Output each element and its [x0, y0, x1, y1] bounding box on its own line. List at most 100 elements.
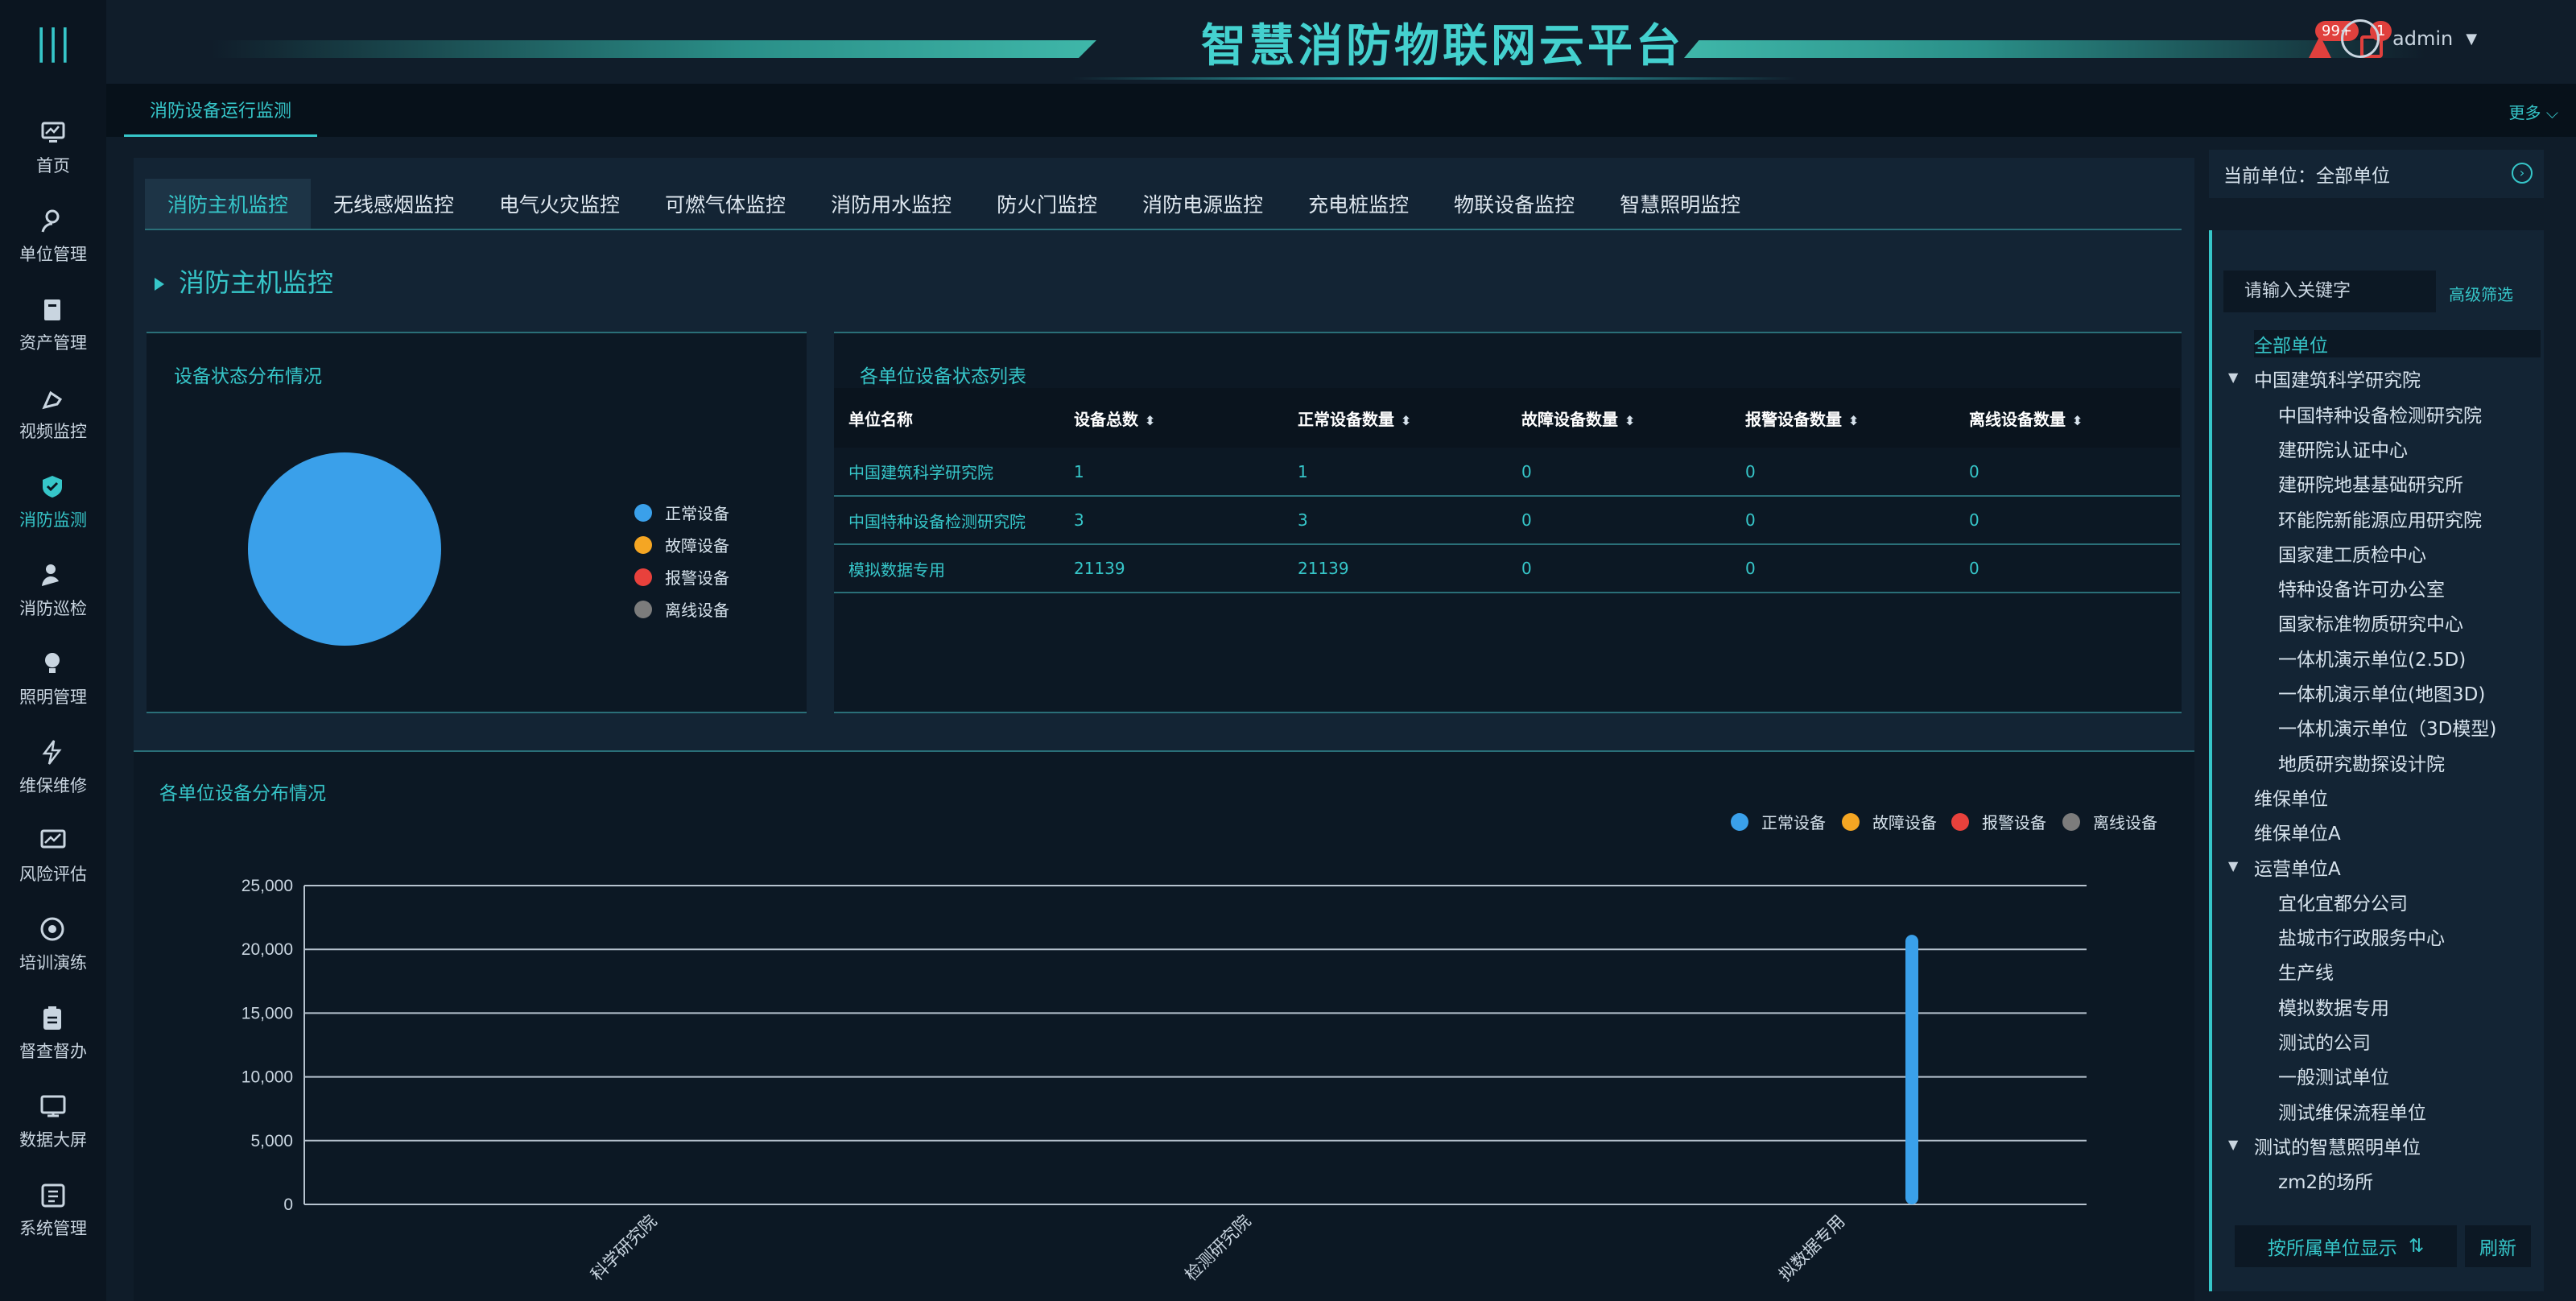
column-header[interactable]: 离线设备数量 ⬍ — [1955, 388, 2180, 448]
expand-caret-icon[interactable]: ▼ — [2228, 1137, 2238, 1152]
tree-node-label: 国家建工质检中心 — [2278, 544, 2426, 566]
sidebar-item-bolt[interactable]: 维保维修 — [0, 715, 106, 803]
tree-node[interactable]: 国家建工质检中心 — [2278, 539, 2426, 567]
show-by-unit-button[interactable]: 按所属单位显示 ⇅ — [2235, 1225, 2457, 1267]
chevron-right-icon[interactable]: › — [2512, 163, 2533, 184]
tree-node[interactable]: 宜化宜都分公司 — [2278, 888, 2408, 915]
bolt-icon — [42, 740, 62, 765]
subtab-0[interactable]: 消防主机监控 — [145, 179, 312, 229]
count-cell: 0 — [1507, 448, 1731, 497]
sort-icon[interactable]: ⬍ — [1401, 413, 1411, 428]
top-bar: 智慧消防物联网云平台 99+ 1 — [106, 0, 2576, 84]
sidebar-item-target[interactable]: 培训演练 — [0, 892, 106, 981]
tree-node-label: 中国特种设备检测研究院 — [2278, 405, 2482, 427]
tree-node-label: 宜化宜都分公司 — [2278, 893, 2408, 915]
sidebar-item-camera[interactable]: 视频监控 — [0, 361, 106, 449]
sidebar-item-asset[interactable]: 资产管理 — [0, 272, 106, 361]
sort-icon[interactable]: ⬍ — [1848, 413, 1859, 428]
table-row[interactable]: 中国特种设备检测研究院 3 3 0 0 0 — [834, 496, 2180, 545]
table-row[interactable]: 中国建筑科学研究院 1 1 0 0 0 — [834, 448, 2180, 497]
tree-node[interactable]: 测试维保流程单位 — [2278, 1097, 2426, 1125]
tree-node[interactable]: 特种设备许可办公室 — [2278, 574, 2445, 601]
sidebar-item-inspector[interactable]: 消防巡检 — [0, 538, 106, 626]
current-unit-bar[interactable]: 当前单位：全部单位 › — [2209, 150, 2544, 198]
tree-node[interactable]: 测试的公司 — [2278, 1027, 2371, 1055]
column-header[interactable]: 报警设备数量 ⬍ — [1731, 388, 1955, 448]
column-header[interactable]: 单位名称 — [834, 388, 1059, 448]
subtab-9[interactable]: 智慧照明监控 — [1597, 179, 1763, 229]
sort-icon[interactable]: ⬍ — [1624, 413, 1635, 428]
tree-node[interactable]: 建研院认证中心 — [2278, 435, 2408, 462]
table-row[interactable]: 模拟数据专用 21139 21139 0 0 0 — [834, 544, 2180, 593]
tree-node[interactable]: 维保单位 — [2254, 783, 2328, 811]
tree-node[interactable]: 盐城市行政服务中心 — [2278, 923, 2445, 950]
subtab-5[interactable]: 防火门监控 — [974, 179, 1120, 229]
sidebar-item-settings[interactable]: 系统管理 — [0, 1158, 106, 1246]
tree-node[interactable]: zm2的场所 — [2278, 1167, 2373, 1194]
bar[interactable] — [1905, 935, 1918, 1204]
tree-node[interactable]: 模拟数据专用 — [2278, 993, 2389, 1020]
refresh-button[interactable]: 刷新 — [2465, 1225, 2531, 1267]
subtab-7[interactable]: 充电桩监控 — [1286, 179, 1431, 229]
pie-legend-item[interactable]: 故障设备 — [634, 533, 729, 556]
user-menu[interactable]: admin ▼ — [2341, 19, 2477, 58]
subtab-8[interactable]: 物联设备监控 — [1431, 179, 1597, 229]
tree-node[interactable]: 运营单位A — [2254, 853, 2341, 881]
subtab-2[interactable]: 电气火灾监控 — [477, 179, 642, 229]
tree-node[interactable]: 地质研究勘探设计院 — [2278, 749, 2445, 776]
tree-node[interactable]: 国家标准物质研究中心 — [2278, 609, 2463, 636]
subtab-4[interactable]: 消防用水监控 — [808, 179, 974, 229]
expand-caret-icon[interactable]: ▼ — [2228, 858, 2238, 874]
subtab-1[interactable]: 无线感烟监控 — [311, 179, 477, 229]
tree-node[interactable]: 一体机演示单位（3D模型) — [2278, 713, 2496, 741]
unit-name-cell[interactable]: 中国建筑科学研究院 — [834, 448, 1059, 497]
sidebar-item-chart[interactable]: 风险评估 — [0, 803, 106, 892]
sidebar-item-label: 首页 — [36, 156, 70, 176]
clipboard-icon — [43, 1006, 61, 1030]
sidebar-item-lamp[interactable]: 照明管理 — [0, 626, 106, 715]
tree-node[interactable]: 一体机演示单位(2.5D) — [2278, 644, 2466, 671]
tree-node-label: 中国建筑科学研究院 — [2254, 370, 2421, 392]
tree-node[interactable]: 建研院地基基础研究所 — [2278, 469, 2463, 497]
more-button[interactable]: 更多 ⌵ — [2508, 100, 2558, 123]
tree-node[interactable]: 中国建筑科学研究院 — [2254, 365, 2421, 392]
pie-legend-item[interactable]: 报警设备 — [634, 565, 729, 589]
tree-node[interactable]: 环能院新能源应用研究院 — [2278, 505, 2482, 532]
menu-toggle-icon[interactable]: ||| — [0, 0, 106, 84]
tree-node[interactable]: 生产线 — [2278, 957, 2334, 985]
unit-status-table: 单位名称 设备总数 ⬍ 正常设备数量 ⬍ 故障设备数量 ⬍ 报警设备数量 ⬍ 离线设备数量 ⬍ 中国… — [834, 388, 2180, 593]
expand-caret-icon[interactable]: ▼ — [2228, 370, 2238, 385]
sidebar-item-monitor[interactable]: 首页 — [0, 95, 106, 184]
column-header[interactable]: 故障设备数量 ⬍ — [1507, 388, 1731, 448]
panel-edge — [147, 712, 807, 713]
sort-icon[interactable]: ⬍ — [2072, 413, 2083, 428]
tree-node[interactable]: 一体机演示单位(地图3D) — [2278, 679, 2485, 706]
sidebar-item-screen[interactable]: 数据大屏 — [0, 1069, 106, 1158]
search-input[interactable]: 请输入关键字 — [2223, 271, 2436, 312]
unit-name-cell[interactable]: 模拟数据专用 — [834, 544, 1059, 593]
tree-node[interactable]: 测试的智慧照明单位 — [2254, 1132, 2421, 1159]
sidebar-item-user[interactable]: 单位管理 — [0, 184, 106, 272]
subtab-3[interactable]: 可燃气体监控 — [642, 179, 808, 229]
sidebar-item-clipboard[interactable]: 督查督办 — [0, 981, 106, 1069]
settings-icon — [41, 1183, 65, 1208]
tab-device-monitoring[interactable]: 消防设备运行监测 — [124, 84, 317, 137]
advanced-filter-link[interactable]: 高级筛选 — [2449, 282, 2513, 305]
pie-legend-item[interactable]: 离线设备 — [634, 597, 729, 621]
sidebar-item-label: 培训演练 — [19, 953, 87, 973]
subtab-6[interactable]: 消防电源监控 — [1120, 179, 1286, 229]
tree-node[interactable]: 维保单位A — [2254, 818, 2341, 845]
sidebar-item-label: 消防监测 — [19, 510, 87, 530]
tree-node[interactable]: 中国特种设备检测研究院 — [2278, 400, 2482, 427]
column-header[interactable]: 正常设备数量 ⬍ — [1283, 388, 1507, 448]
column-header-label: 故障设备数量 — [1521, 409, 1618, 429]
column-header[interactable]: 设备总数 ⬍ — [1059, 388, 1283, 448]
monitor-icon — [41, 122, 65, 142]
unit-name-cell[interactable]: 中国特种设备检测研究院 — [834, 496, 1059, 545]
sidebar-item-shield[interactable]: 消防监测 — [0, 449, 106, 538]
tree-node-label: 地质研究勘探设计院 — [2278, 754, 2445, 775]
tree-node[interactable]: 一般测试单位 — [2278, 1062, 2389, 1089]
pie-legend-item[interactable]: 正常设备 — [634, 501, 729, 524]
sort-icon[interactable]: ⬍ — [1145, 413, 1155, 428]
tree-node[interactable]: 全部单位 — [2254, 330, 2541, 357]
